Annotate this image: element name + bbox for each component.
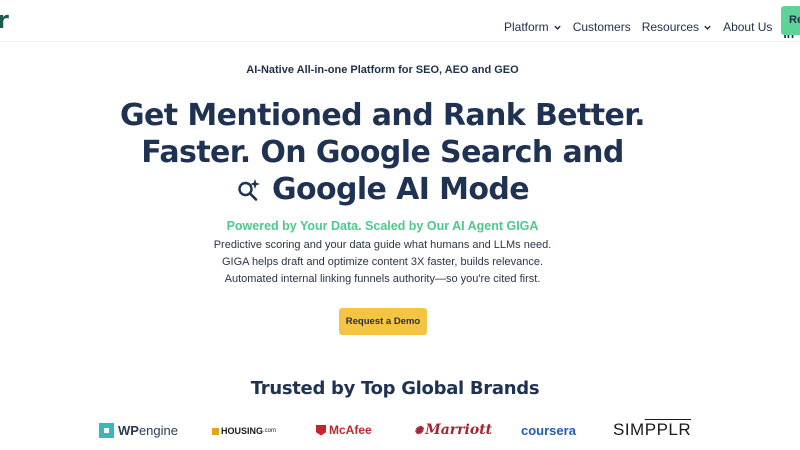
mcafee-text: McAfee — [329, 423, 372, 437]
coursera-text: coursera — [521, 423, 576, 438]
housing-text: HOUSING — [221, 426, 264, 436]
wpengine-text-b: engine — [138, 423, 178, 438]
marriott-mark-icon: ✺ — [414, 423, 424, 437]
nav-customers-label: Customers — [572, 20, 631, 34]
brands-title: Trusted by Top Global Brands — [250, 378, 540, 399]
nav-platform-label: Platform — [504, 20, 549, 34]
wpengine-text-a: WP — [118, 423, 139, 438]
housing-logo: HOUSING .com — [212, 426, 276, 436]
nav-customers[interactable]: Customers — [573, 20, 631, 34]
mcafee-logo: McAfee — [316, 423, 372, 437]
nav-about-us[interactable]: About Us — [723, 20, 772, 34]
nav-about-us-label: About Us — [723, 20, 773, 34]
brand-logos: WP engine HOUSING .com McAfee ✺ Marriott… — [0, 420, 800, 446]
simpplr-text-b: PPLR — [644, 420, 692, 439]
marriott-text: Marriott — [425, 422, 493, 438]
headline-line-1: Get Mentioned and Rank Better. — [120, 98, 646, 133]
chevron-down-icon — [704, 25, 711, 30]
headline-line-3: Google AI Mode — [271, 172, 530, 207]
hero-eyebrow: AI-Native All-in-one Platform for SEO, A… — [246, 64, 519, 76]
sparkle-search-icon — [238, 178, 260, 201]
headline-line-3-wrap: Google AI Mode — [0, 171, 765, 212]
housing-subtext: .com — [263, 428, 277, 434]
hero-description: Predictive scoring and your data guide w… — [213, 239, 552, 285]
brand-logo[interactable]: r — [0, 6, 9, 34]
mcafee-shield-icon — [316, 424, 326, 436]
request-demo-button[interactable]: Request a Demo — [339, 308, 427, 335]
hero-subhead: Powered by Your Data. Scaled by Our AI A… — [226, 219, 539, 233]
chevron-down-icon — [553, 25, 561, 30]
nav-platform[interactable]: Platform — [504, 20, 562, 34]
hero-headline: Get Mentioned and Rank Better. Faster. O… — [0, 97, 765, 212]
wpengine-mark-icon — [99, 423, 114, 438]
nav-resources[interactable]: Resources — [642, 20, 712, 34]
main-nav: Platform Customers Resources About Us Si… — [504, 13, 800, 41]
headline-line-2: Faster. On Google Search and — [141, 135, 624, 170]
coursera-logo: coursera — [521, 423, 576, 438]
housing-mark-icon — [212, 427, 219, 435]
wpengine-logo: WP engine — [99, 423, 178, 438]
site-header: r Platform Customers Resources About Us … — [0, 0, 800, 42]
nav-resources-label: Resources — [641, 20, 700, 34]
marriott-logo: ✺ Marriott — [414, 422, 492, 438]
simpplr-text-a: SIM — [613, 420, 645, 439]
header-cta-button[interactable]: Re — [781, 6, 800, 35]
simpplr-logo: SIM PPLR — [613, 420, 691, 440]
